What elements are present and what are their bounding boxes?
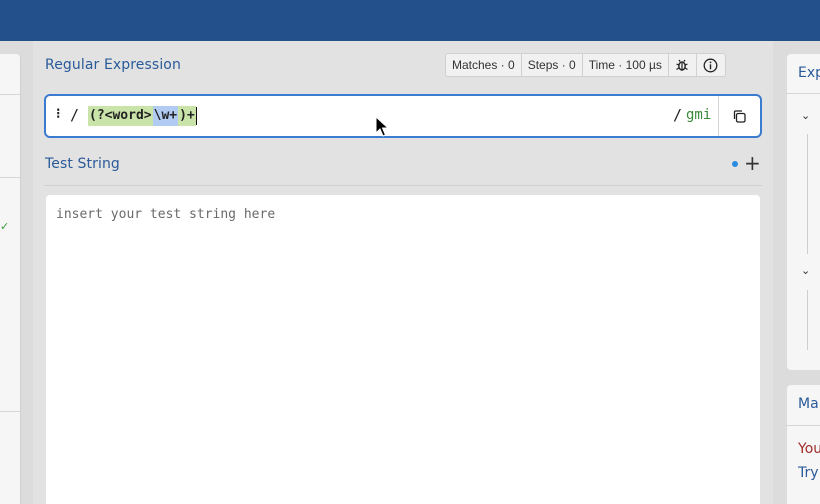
test-string-section-title: Test String xyxy=(45,156,120,172)
divider xyxy=(787,425,820,426)
left-sidebar-panel: ✓ xyxy=(0,54,21,504)
match-info-link[interactable]: Try xyxy=(798,465,819,481)
regex-pattern[interactable]: (?<word> \w+)+ xyxy=(88,106,197,126)
copy-icon xyxy=(733,109,746,123)
regex-flags[interactable]: gmi xyxy=(686,107,711,123)
copy-regex-button[interactable] xyxy=(718,96,760,136)
chevron-down-icon[interactable]: ⌄ xyxy=(801,109,810,122)
main-editor-area: Regular Expression Matches · 0 Steps · 0… xyxy=(33,41,773,504)
divider xyxy=(787,93,820,94)
info-button[interactable] xyxy=(697,54,725,76)
regex-input-field[interactable]: ⁝ / (?<word> \w+)+ / gmi xyxy=(44,94,762,138)
tree-line xyxy=(807,134,808,254)
regex-section-title: Regular Expression xyxy=(45,57,181,73)
matches-count: Matches · 0 xyxy=(446,54,522,76)
status-dot-icon xyxy=(732,161,738,167)
named-group-token: (?<word> xyxy=(88,106,153,126)
debugger-button[interactable] xyxy=(669,54,697,76)
regex-delimiter-left: / xyxy=(70,106,80,124)
check-icon: ✓ xyxy=(0,220,10,233)
mouse-pointer-icon xyxy=(375,116,389,137)
text-caret xyxy=(195,107,197,125)
regex-delimiter-right: / xyxy=(673,106,683,124)
divider xyxy=(44,185,762,186)
divider xyxy=(0,411,21,412)
steps-count: Steps · 0 xyxy=(522,54,583,76)
match-information-panel: Ma You Try xyxy=(787,385,820,504)
group-close-token: )+ xyxy=(178,106,196,126)
drag-handle-icon[interactable]: ⁝ xyxy=(56,106,60,122)
execution-time: Time · 100 µs xyxy=(583,54,669,76)
regex-stats-bar: Matches · 0 Steps · 0 Time · 100 µs xyxy=(445,53,726,77)
top-navigation-bar xyxy=(0,0,820,41)
add-test-string-button[interactable]: + xyxy=(744,153,761,173)
divider xyxy=(0,94,21,95)
info-icon xyxy=(703,58,718,72)
match-info-message: You xyxy=(798,441,820,457)
match-info-title: Ma xyxy=(798,396,819,412)
test-string-placeholder: insert your test string here xyxy=(56,207,276,222)
explanation-panel: Exp ⌄ ⌄ xyxy=(787,54,820,370)
char-class-token: \w+ xyxy=(152,106,179,126)
chevron-down-icon[interactable]: ⌄ xyxy=(801,264,810,277)
explanation-title: Exp xyxy=(798,65,820,81)
test-string-input[interactable]: insert your test string here xyxy=(46,195,760,504)
tree-line xyxy=(807,290,808,350)
divider xyxy=(0,177,21,178)
bug-icon xyxy=(676,59,689,71)
